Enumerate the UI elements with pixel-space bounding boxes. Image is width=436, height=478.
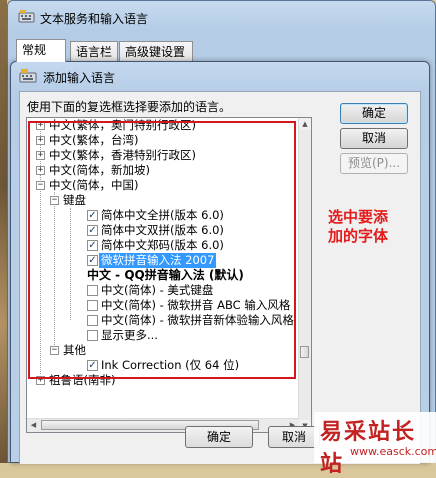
cancel-button[interactable]: 取消 [340,128,408,149]
language-tree[interactable]: + 中文(繁体，奥门特别行政区) + 中文(繁体，台湾) + 中文(繁体，香港特… [26,117,312,433]
checkbox-checked[interactable]: ✓ [87,225,98,236]
tree-item-label: 中文 - QQ拼音输入法 (默认) [87,268,244,282]
keyboard-icon [18,10,35,23]
tree-item-label: 简体中文郑码(版本 6.0) [101,238,224,252]
tree-guide-line [70,208,71,320]
tree-item-label: 祖鲁语(南非) [49,373,116,387]
preview-button: 预览(P)... [340,153,408,174]
tree-item-label: 键盘 [63,193,86,207]
back-cancel-button[interactable]: 取消 [268,426,320,448]
tree-item-label: 其他 [63,343,86,357]
window-title: 文本服务和输入语言 [40,12,149,26]
collapse-icon[interactable]: − [50,346,59,355]
dialog-client: 使用下面的复选框选择要添加的语言。 + 中文(繁体，奥门特别行政区) + 中文(… [19,91,421,464]
tree-item-label: 微软拼音输入法 2007 [99,253,217,268]
tree-item-label: 中文(繁体，台湾) [49,133,139,147]
show-more-link[interactable]: 显示更多... [101,328,158,343]
collapse-icon[interactable]: − [50,196,59,205]
add-input-language-dialog: 添加输入语言 使用下面的复选框选择要添加的语言。 + 中文(繁体，奥门特别行政区… [10,61,430,464]
tree-item-label: 简体中文全拼(版本 6.0) [101,208,224,222]
tab-general[interactable]: 常规 [16,39,66,62]
scroll-left-icon[interactable]: ◀ [27,419,40,432]
tab-language-bar[interactable]: 语言栏 [70,41,118,61]
annotation-text: 选中要添加的字体 [328,208,389,245]
collapse-icon[interactable]: − [36,181,45,190]
expand-icon[interactable]: + [36,166,45,175]
tree-item-label: Ink Correction (仅 64 位) [101,358,240,372]
scrollbar-thumb[interactable] [300,346,309,358]
tree-item-label: 中文(简体) - 美式键盘 [101,283,214,297]
checkbox[interactable] [87,300,98,311]
watermark-url: www.easck.com [350,445,436,458]
checkbox[interactable] [87,315,98,326]
tree-item-label: 中文(简体) - 微软拼音 ABC 输入风格 [101,298,291,312]
expand-icon[interactable]: + [36,376,45,385]
horizontal-scrollbar[interactable]: ◀ ▶ [27,418,299,432]
expand-icon[interactable]: + [36,121,45,130]
expand-icon[interactable]: + [36,136,45,145]
instruction-text: 使用下面的复选框选择要添加的语言。 [27,100,232,114]
vertical-scrollbar[interactable]: ▲ ▼ [298,118,311,432]
expand-icon[interactable]: + [36,151,45,160]
checkbox[interactable] [87,330,98,341]
keyboard-icon [19,69,37,83]
tree-item-label: 简体中文双拼(版本 6.0) [101,223,224,237]
checkbox-checked[interactable]: ✓ [87,360,98,371]
tree-item-label: 中文(简体) - 微软拼音新体验输入风格 [101,313,294,327]
dialog-title: 添加输入语言 [43,71,116,85]
tree-item-label: 中文(简体，中国) [49,178,139,192]
watermark: 易采站长站 www.easck.com [314,412,436,477]
tree-item-label: 中文(简体，新加坡) [49,163,150,177]
checkbox[interactable] [87,285,98,296]
ok-button[interactable]: 确定 [340,103,408,124]
back-ok-button[interactable]: 确定 [185,426,253,448]
background-strip [0,0,7,463]
tree-item-label: 中文(繁体，香港特别行政区) [49,148,196,162]
checkbox-checked[interactable]: ✓ [87,240,98,251]
checkbox-checked[interactable]: ✓ [87,210,98,221]
checkbox-checked[interactable]: ✓ [87,255,98,266]
tree-item-label: 中文(繁体，奥门特别行政区) [49,118,196,132]
tree-guide-line [54,192,55,347]
tab-advanced-key-settings[interactable]: 高级键设置 [119,41,193,61]
scroll-up-icon[interactable]: ▲ [299,118,311,130]
